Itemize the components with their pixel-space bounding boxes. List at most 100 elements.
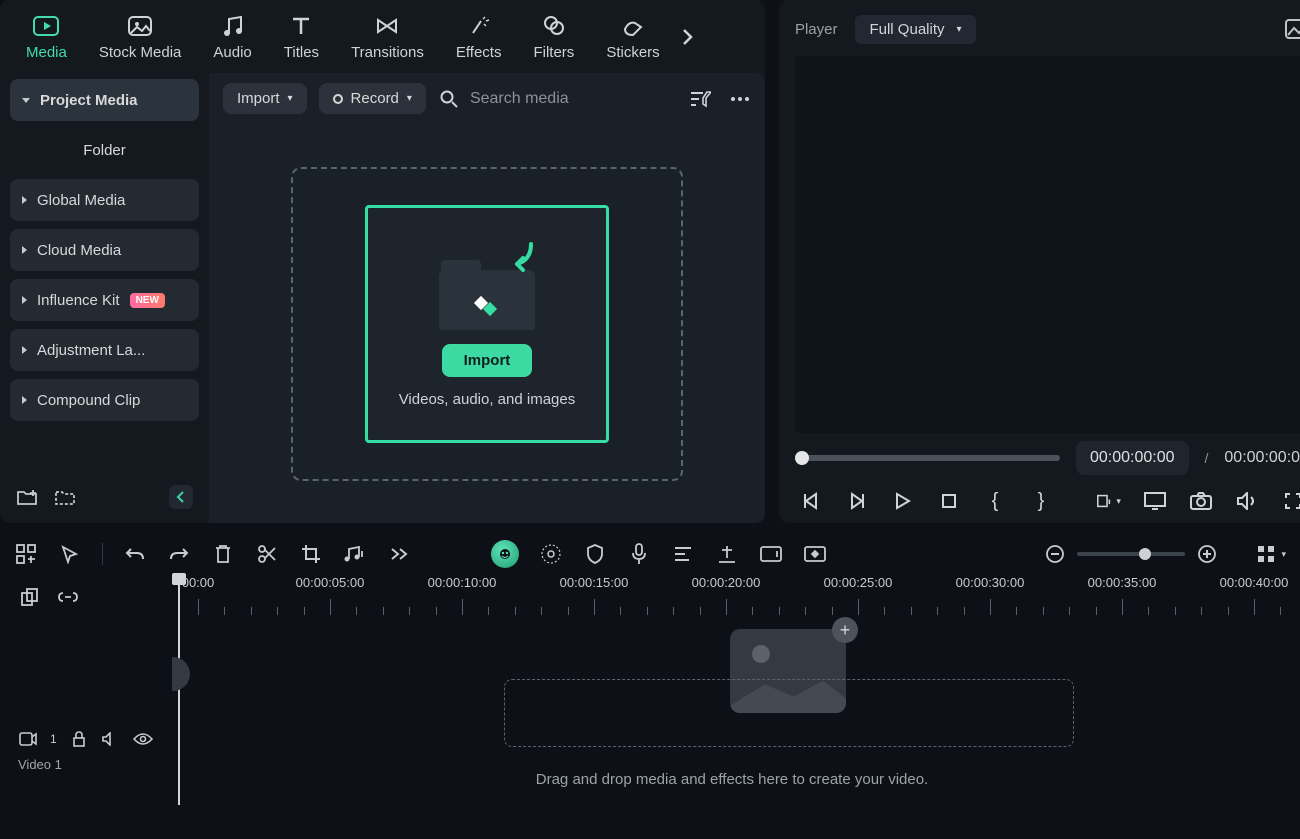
next-frame-icon[interactable] — [845, 489, 869, 513]
split-icon[interactable] — [255, 542, 279, 566]
tab-label: Transitions — [351, 44, 424, 61]
mark-in-icon[interactable]: { — [983, 489, 1007, 513]
top-tabs: Media Stock Media Audio Titles — [0, 0, 765, 73]
tab-audio[interactable]: Audio — [205, 6, 259, 67]
ruler-label: 00:00:35:00 — [1088, 575, 1157, 590]
timeline-panel: ▾ 1 Video 1 00:0000:00:05:0000:00:10:000… — [0, 523, 1300, 815]
filter-list-icon[interactable] — [689, 88, 711, 110]
tab-titles[interactable]: Titles — [276, 6, 327, 67]
search-input[interactable] — [470, 90, 677, 108]
ruler-label: 00:00:40:00 — [1220, 575, 1289, 590]
mark-out-icon[interactable]: } — [1029, 489, 1053, 513]
zoom-slider[interactable] — [1077, 552, 1185, 556]
new-folder-icon[interactable] — [16, 486, 38, 508]
fullscreen-icon[interactable] — [1281, 489, 1300, 513]
folder-remove-icon[interactable] — [54, 486, 76, 508]
align-icon[interactable] — [671, 542, 695, 566]
tab-filters[interactable]: Filters — [525, 6, 582, 67]
record-dropdown[interactable]: Record ▾ — [319, 83, 426, 114]
visibility-icon[interactable] — [133, 729, 153, 749]
marker-icon[interactable] — [715, 542, 739, 566]
timeline-ruler[interactable]: 00:0000:00:05:0000:00:10:0000:00:15:0000… — [178, 575, 1286, 619]
dropzone[interactable]: Import Videos, audio, and images — [291, 167, 683, 481]
volume-icon[interactable] — [1235, 489, 1259, 513]
player-quality-dropdown[interactable]: Full Quality ▾ — [855, 15, 975, 44]
delete-icon[interactable] — [211, 542, 235, 566]
player-viewport[interactable] — [795, 56, 1300, 433]
play-icon[interactable] — [891, 489, 915, 513]
filters-icon — [540, 12, 568, 40]
import-dropdown[interactable]: Import ▾ — [223, 83, 307, 114]
tab-media[interactable]: Media — [18, 6, 75, 67]
import-button[interactable]: Import — [442, 344, 533, 377]
track-view-icon[interactable]: ▾ — [1257, 545, 1286, 563]
prev-frame-icon[interactable] — [799, 489, 823, 513]
zoom-thumb[interactable] — [1139, 548, 1151, 560]
sidebar-item-compound-clip[interactable]: Compound Clip — [10, 379, 199, 421]
sidebar-item-folder[interactable]: Folder — [10, 129, 199, 171]
sidebar-item-project-media[interactable]: Project Media — [10, 79, 199, 121]
total-time: 00:00:00:00 — [1224, 449, 1300, 467]
timeline-drop-area[interactable] — [504, 679, 1074, 747]
media-content: Import ▾ Record ▾ — [209, 73, 765, 523]
sidebar-item-adjustment-layer[interactable]: Adjustment La... — [10, 329, 199, 371]
media-panel: Media Stock Media Audio Titles — [0, 0, 765, 523]
quality-label: Full Quality — [869, 21, 944, 38]
render-icon[interactable] — [759, 542, 783, 566]
caret-right-icon — [22, 296, 27, 304]
sidebar-item-global-media[interactable]: Global Media — [10, 179, 199, 221]
timeline-toolbar: ▾ — [14, 533, 1286, 575]
import-label: Import — [237, 90, 280, 107]
tab-effects[interactable]: Effects — [448, 6, 510, 67]
sidebar-item-cloud-media[interactable]: Cloud Media — [10, 229, 199, 271]
more-tools-icon[interactable] — [387, 542, 411, 566]
timeline-drop-hint: Drag and drop media and effects here to … — [536, 771, 928, 788]
tab-stickers[interactable]: Stickers — [598, 6, 667, 67]
undo-icon[interactable] — [123, 542, 147, 566]
tabs-more-icon[interactable] — [680, 26, 694, 48]
zoom-in-icon[interactable] — [1195, 542, 1219, 566]
caret-right-icon — [22, 346, 27, 354]
ai-tools-icon[interactable] — [491, 540, 519, 568]
mute-icon[interactable] — [101, 729, 121, 749]
shield-icon[interactable] — [583, 542, 607, 566]
snapshot-image-icon[interactable] — [1285, 19, 1300, 39]
sidebar-bottom — [10, 477, 199, 517]
search-wrap — [438, 88, 677, 110]
zoom-out-icon[interactable] — [1043, 542, 1067, 566]
caret-right-icon — [22, 246, 27, 254]
link-icon[interactable] — [58, 587, 78, 607]
track-handle[interactable] — [172, 657, 190, 691]
camera-icon[interactable] — [1189, 489, 1213, 513]
audio-tool-icon[interactable] — [343, 542, 367, 566]
timeline-tracks[interactable]: 00:0000:00:05:0000:00:10:0000:00:15:0000… — [178, 575, 1286, 815]
track-headers: 1 Video 1 — [14, 575, 178, 815]
sidebar-item-influence-kit[interactable]: Influence Kit NEW — [10, 279, 199, 321]
scrub-track[interactable] — [795, 455, 1060, 461]
duplicate-icon[interactable] — [20, 587, 40, 607]
tab-transitions[interactable]: Transitions — [343, 6, 432, 67]
stock-icon — [126, 12, 154, 40]
mic-icon[interactable] — [627, 542, 651, 566]
keyframe-icon[interactable] — [803, 542, 827, 566]
add-media-icon[interactable]: + — [832, 617, 858, 643]
media-icon — [32, 12, 60, 40]
layout-icon[interactable]: ▾ — [1097, 489, 1121, 513]
color-tool-icon[interactable] — [539, 542, 563, 566]
redo-icon[interactable] — [167, 542, 191, 566]
titles-icon — [287, 12, 315, 40]
scrub-thumb[interactable] — [795, 451, 809, 465]
lock-icon[interactable] — [69, 729, 89, 749]
video-track-header[interactable]: 1 — [14, 725, 178, 753]
chevron-down-icon: ▾ — [288, 93, 293, 104]
display-icon[interactable] — [1143, 489, 1167, 513]
player-controls: { } ▾ — [795, 489, 1300, 513]
tab-label: Stock Media — [99, 44, 182, 61]
tab-stock-media[interactable]: Stock Media — [91, 6, 190, 67]
stop-icon[interactable] — [937, 489, 961, 513]
crop-icon[interactable] — [299, 542, 323, 566]
more-icon[interactable] — [729, 88, 751, 110]
cursor-tool-icon[interactable] — [58, 542, 82, 566]
select-tool-icon[interactable] — [14, 542, 38, 566]
sidebar-collapse-icon[interactable] — [169, 485, 193, 509]
